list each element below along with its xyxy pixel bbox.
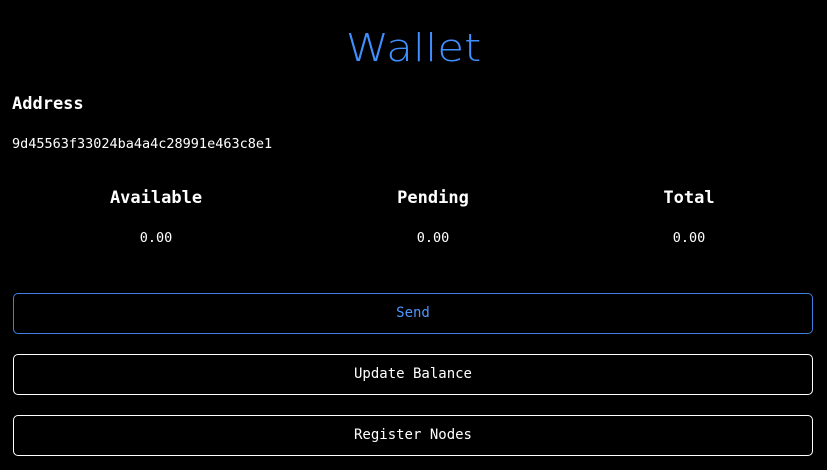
pending-value: 0.00 [416, 230, 450, 246]
address-label: Address [12, 94, 84, 114]
available-label: Available [109, 188, 203, 208]
register-nodes-button[interactable]: Register Nodes [13, 415, 813, 456]
available-value: 0.00 [139, 230, 173, 246]
page-title: Wallet [345, 26, 482, 70]
address-value: 9d45563f33024ba4a4c28991e463c8e1 [12, 136, 273, 152]
update-balance-button[interactable]: Update Balance [13, 354, 813, 395]
send-button[interactable]: Send [13, 293, 813, 334]
total-label: Total [663, 188, 715, 208]
total-value: 0.00 [672, 230, 706, 246]
pending-label: Pending [397, 188, 469, 208]
